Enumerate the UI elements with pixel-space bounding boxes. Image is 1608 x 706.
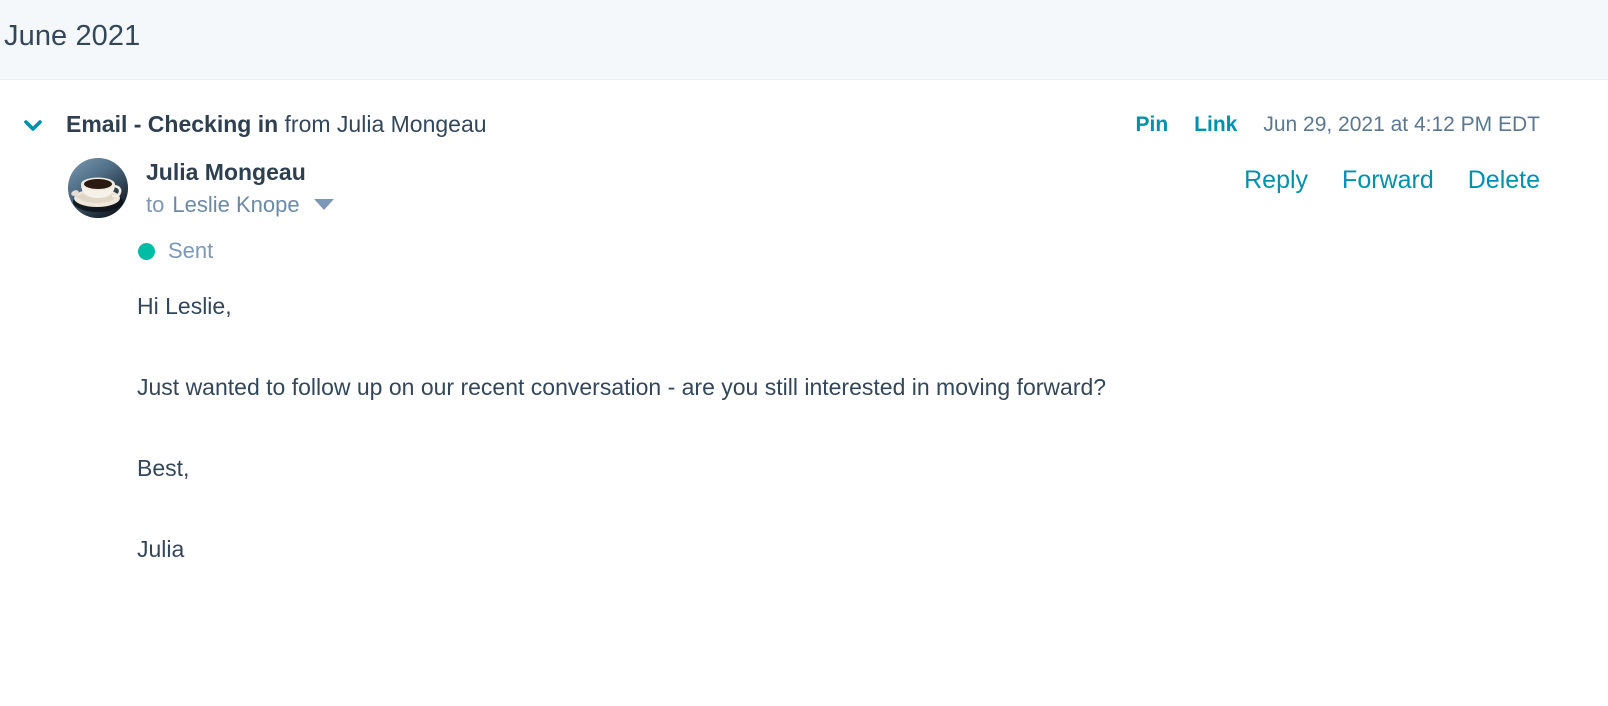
chevron-down-icon[interactable] [18,110,48,140]
recipient-row: to Leslie Knope [146,191,334,219]
forward-button[interactable]: Forward [1342,166,1434,195]
month-header-band: June 2021 [0,0,1608,80]
email-body: Hi Leslie, Just wanted to follow up on o… [0,264,1608,563]
activity-title-sender: from Julia Mongeau [278,111,487,138]
email-actions: Reply Forward Delete [1244,158,1540,195]
activity-header-row: Email - Checking in from Julia Mongeau P… [0,80,1608,140]
activity-header-actions: Pin Link Jun 29, 2021 at 4:12 PM EDT [1135,113,1540,137]
avatar [68,158,128,218]
sender-name: Julia Mongeau [146,159,306,185]
email-greeting: Hi Leslie, [137,293,232,320]
reply-button[interactable]: Reply [1244,166,1308,195]
month-label: June 2021 [4,20,141,52]
email-closing: Best, [137,454,190,481]
recipient-prefix-label: to [146,191,165,217]
email-paragraph: Just wanted to follow up on our recent c… [137,374,1107,400]
delete-button[interactable]: Delete [1468,166,1540,195]
status-label: Sent [168,238,214,264]
pin-button[interactable]: Pin [1135,113,1168,137]
sender-row: Julia Mongeau to Leslie Knope Reply Forw… [0,140,1608,218]
link-button[interactable]: Link [1194,113,1237,137]
recipient-name: Leslie Knope [172,191,300,217]
activity-title-subject: Email - Checking in [66,111,279,138]
email-signature: Julia [137,535,185,562]
status-dot-icon [138,242,155,260]
status-badge: Sent [0,218,1608,264]
activity-timestamp: Jun 29, 2021 at 4:12 PM EDT [1263,113,1540,136]
email-activity-entry: Email - Checking in from Julia Mongeau P… [0,80,1608,563]
sender-meta: Julia Mongeau to Leslie Knope [146,158,334,218]
caret-down-icon[interactable] [313,199,334,210]
activity-title: Email - Checking in from Julia Mongeau [66,111,487,139]
